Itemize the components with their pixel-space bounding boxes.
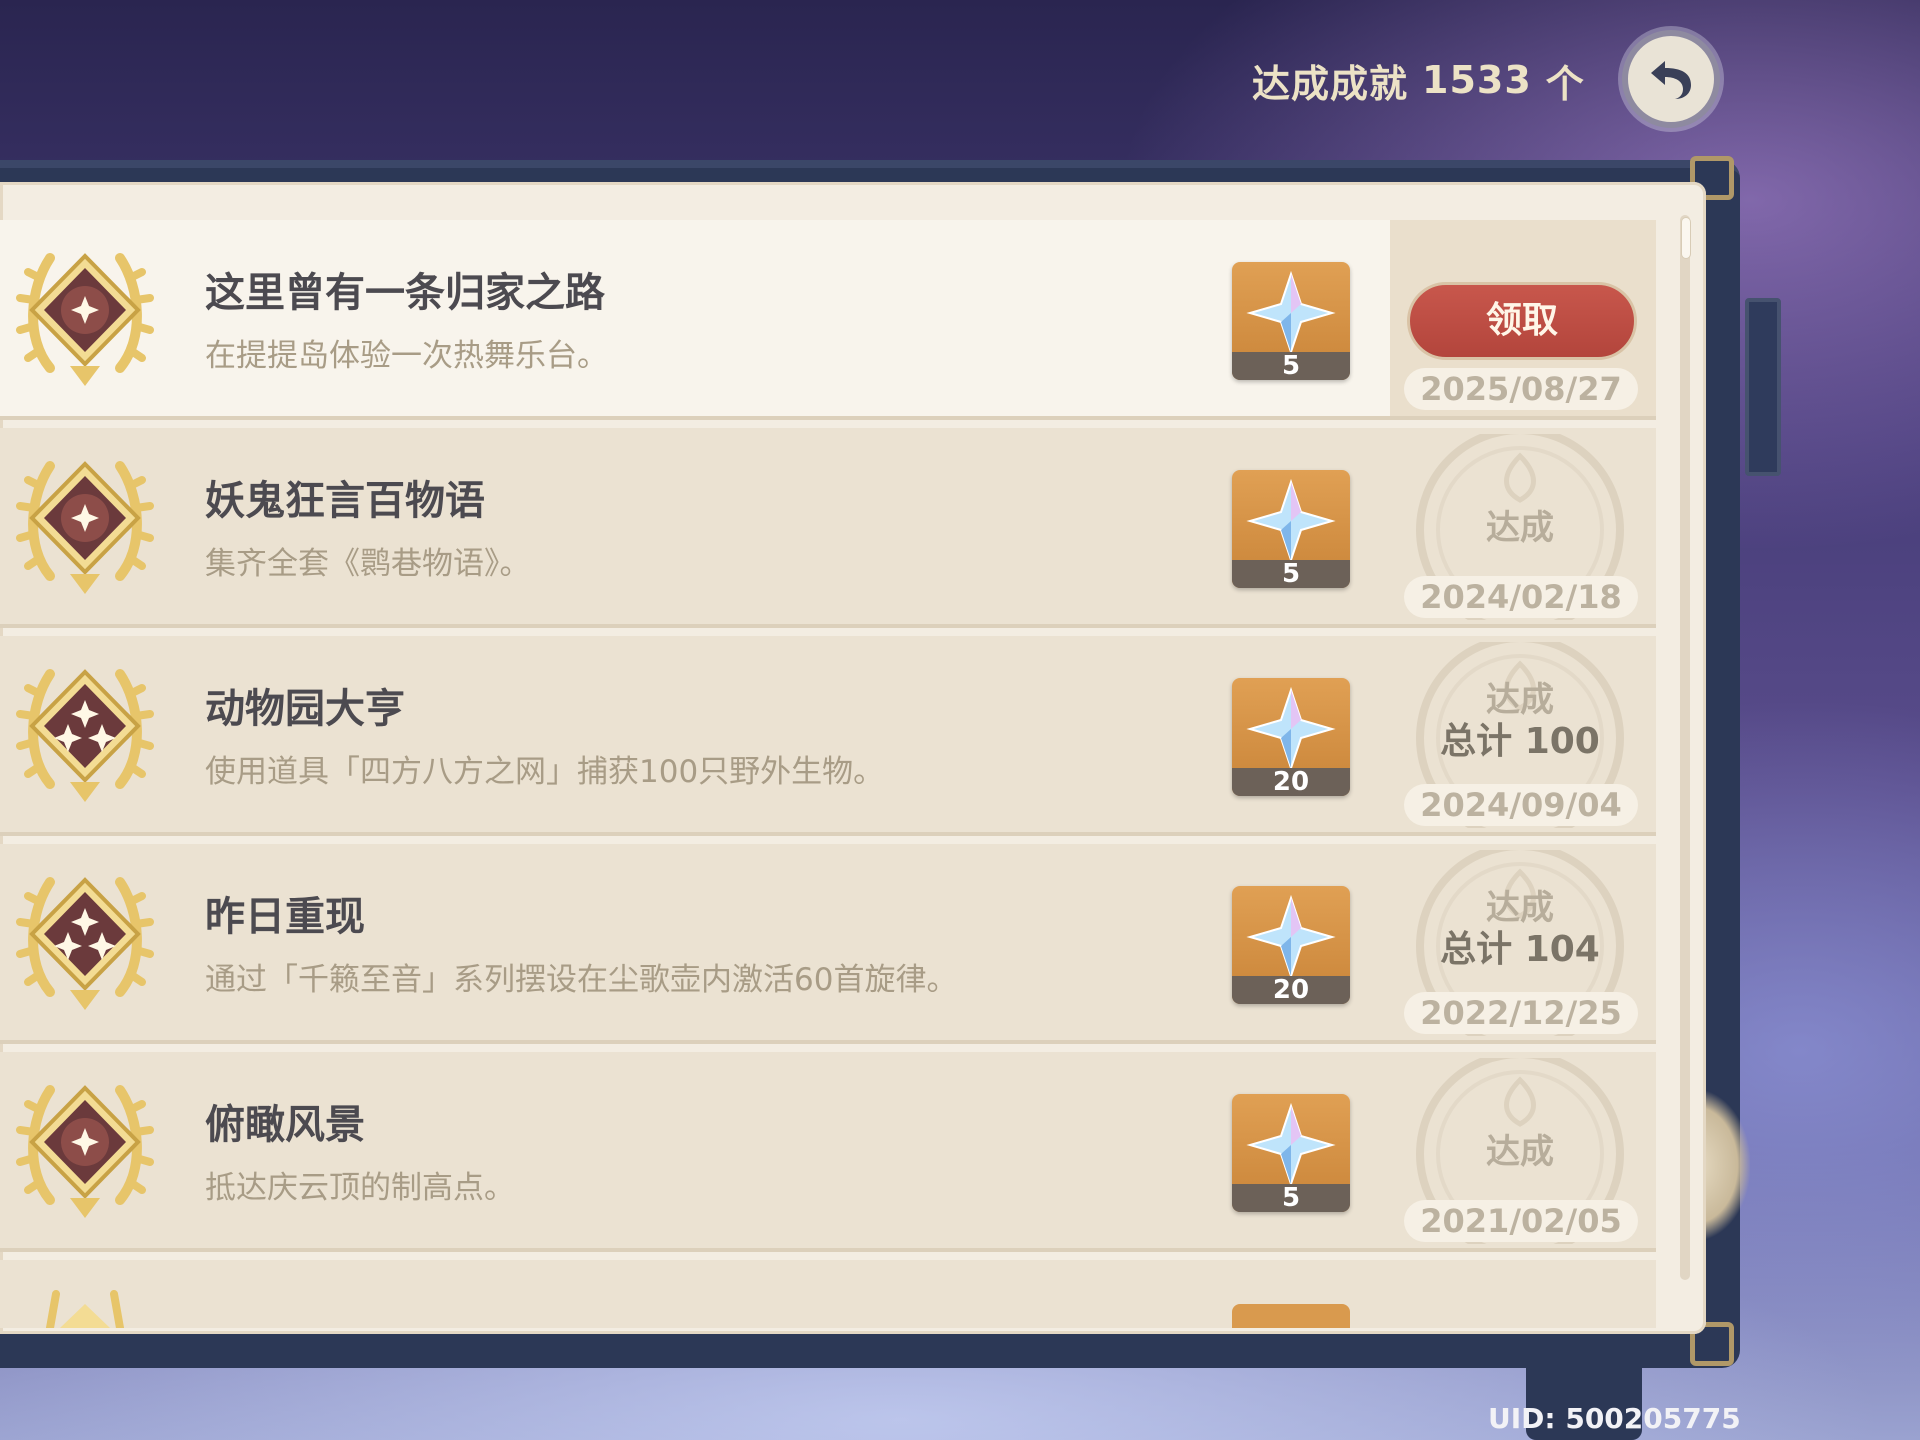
achievement-medal-icon	[46, 1290, 124, 1328]
achievement-unit: 个	[1545, 61, 1585, 106]
top-bar: 达成成就 1533 个	[0, 0, 1920, 160]
achieved-label: 达成	[1486, 1132, 1554, 1172]
achieved-label: 达成	[1486, 508, 1554, 548]
achieved-total: 总计 100	[1440, 721, 1600, 762]
achievement-row[interactable]: 昨日重现 通过「千籁至音」系列摆设在尘歌壶内激活60首旋律。 20 达成 总计 …	[0, 844, 1656, 1044]
back-button[interactable]	[1622, 30, 1720, 128]
achievement-description: 在提提岛体验一次热舞乐台。	[205, 338, 608, 374]
achievement-date: 2024/09/04	[1404, 784, 1638, 826]
achievement-description: 集齐全套《鹮巷物语》。	[205, 546, 531, 582]
achievement-row[interactable]: 妖鬼狂言百物语 集齐全套《鹮巷物语》。 5 达成 2024/02/18	[0, 428, 1656, 628]
primogem-icon	[1246, 478, 1336, 564]
achievement-medal-icon	[16, 877, 154, 1010]
reward-quantity: 5	[1232, 560, 1350, 588]
scrollbar-track[interactable]	[1680, 215, 1690, 1280]
achievement-medal-icon	[16, 669, 154, 802]
achievement-row[interactable]: 动物园大亨 使用道具「四方八方之网」捕获100只野外生物。 20 达成 总计 1…	[0, 636, 1656, 836]
reward-item[interactable]: 5	[1232, 470, 1350, 588]
achievement-row[interactable]	[0, 1260, 1656, 1328]
achievement-date: 2022/12/25	[1404, 992, 1638, 1034]
achievement-medal-icon	[16, 461, 154, 594]
reward-item[interactable]: 20	[1232, 678, 1350, 796]
reward-item[interactable]: 20	[1232, 886, 1350, 1004]
primogem-icon	[1246, 1102, 1336, 1188]
achievement-medal-icon	[16, 1085, 154, 1218]
achievement-date: 2021/02/05	[1404, 1200, 1638, 1242]
achievement-date: 2024/02/18	[1404, 576, 1638, 618]
achievement-date: 2025/08/27	[1404, 368, 1638, 410]
reward-item[interactable]: 5	[1232, 1094, 1350, 1212]
claim-button[interactable]: 领取	[1407, 282, 1637, 360]
reward-item[interactable]: 5	[1232, 262, 1350, 380]
achievement-label: 达成成就	[1252, 61, 1409, 106]
achievement-title: 俯瞰风景	[205, 1102, 365, 1148]
achievement-count: 达成成就 1533 个	[1252, 52, 1585, 108]
reward-quantity: 20	[1232, 768, 1350, 796]
achievement-description: 使用道具「四方八方之网」捕获100只野外生物。	[205, 754, 885, 790]
back-arrow-icon	[1651, 61, 1691, 99]
achievement-title: 昨日重现	[205, 894, 365, 940]
achievement-title: 妖鬼狂言百物语	[205, 478, 485, 524]
reward-quantity: 5	[1232, 352, 1350, 380]
primogem-icon	[1246, 270, 1336, 356]
side-tab	[1745, 298, 1781, 476]
achievement-description: 通过「千籁至音」系列摆设在尘歌壶内激活60首旋律。	[205, 962, 958, 998]
achievement-medal-icon	[16, 253, 154, 386]
achievement-title: 这里曾有一条归家之路	[205, 270, 605, 316]
reward-quantity: 20	[1232, 976, 1350, 1004]
reward-quantity: 5	[1232, 1184, 1350, 1212]
primogem-icon	[1246, 686, 1336, 772]
reward-item[interactable]	[1232, 1304, 1350, 1328]
achievement-number: 1533	[1422, 58, 1532, 102]
player-uid: UID: 500205775	[1488, 1402, 1741, 1435]
achievement-description: 抵达庆云顶的制高点。	[205, 1170, 515, 1206]
primogem-icon	[1246, 894, 1336, 980]
achieved-total: 总计 104	[1440, 929, 1600, 970]
achievement-row[interactable]: 俯瞰风景 抵达庆云顶的制高点。 5 达成 2021/02/05	[0, 1052, 1656, 1252]
achievement-row[interactable]: 这里曾有一条归家之路 在提提岛体验一次热舞乐台。 5 领取 2025/08/27	[0, 220, 1656, 420]
scrollbar-thumb[interactable]	[1682, 218, 1690, 258]
achievement-title: 动物园大亨	[205, 686, 405, 732]
